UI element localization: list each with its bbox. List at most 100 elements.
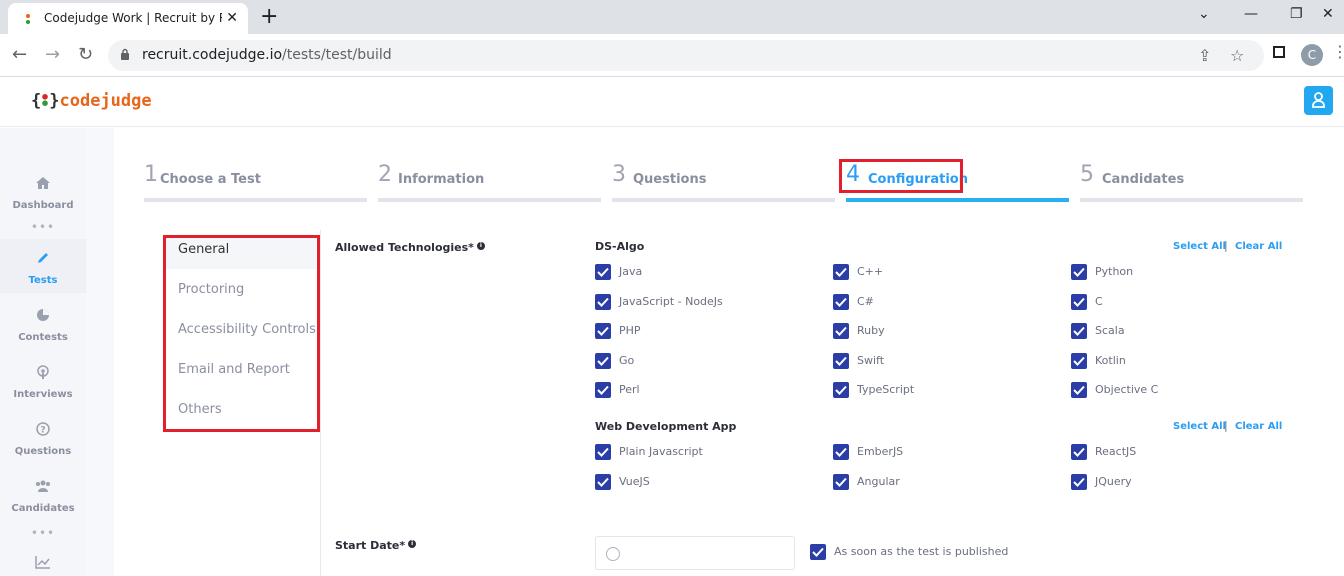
technology-checkbox[interactable] — [595, 323, 611, 339]
clear-all-link[interactable]: Clear All — [1235, 421, 1282, 432]
settings-nav-highlight-box — [163, 235, 320, 432]
publish-immediately-checkbox[interactable] — [810, 544, 826, 560]
step-information[interactable]: 2 Information — [378, 162, 601, 202]
step-progress-bar — [378, 198, 601, 202]
technology-label: C++ — [857, 265, 884, 278]
check-icon — [835, 267, 847, 277]
url-text: recruit.codejudge.io/tests/test/build — [142, 47, 392, 63]
sidebar-item-questions[interactable]: ? Questions — [0, 410, 86, 464]
browser-toolbar: ← → ↻ recruit.codejudge.io/tests/test/bu… — [0, 34, 1344, 77]
users-icon — [36, 480, 50, 492]
codejudge-logo[interactable]: {}codejudge — [31, 91, 152, 111]
sidebar-item-contests[interactable]: Contests — [0, 296, 86, 350]
technology-checkbox[interactable] — [1071, 323, 1087, 339]
technology-label: Java — [619, 265, 643, 278]
check-icon — [812, 547, 824, 557]
technology-label: ReactJS — [1095, 445, 1137, 458]
browser-tab-strip: Codejudge Work | Recruit by Rea ✕ + ⌄ — … — [0, 0, 1344, 34]
side-panel-icon[interactable] — [1273, 46, 1285, 58]
address-bar[interactable]: recruit.codejudge.io/tests/test/build ⇪ … — [108, 40, 1264, 71]
technology-checkbox[interactable] — [833, 352, 849, 369]
sidebar-separator-dots: ••• — [30, 526, 56, 540]
link-separator: | — [1224, 239, 1228, 252]
technology-label: Ruby — [857, 324, 885, 337]
step-choose-a-test[interactable]: 1 Choose a Test — [144, 162, 367, 202]
start-date-input[interactable] — [595, 536, 795, 570]
technology-checkbox[interactable] — [1071, 352, 1087, 369]
share-icon[interactable]: ⇪ — [1198, 46, 1211, 65]
technology-checkbox[interactable] — [1071, 264, 1087, 280]
check-icon — [597, 356, 609, 366]
close-window-icon[interactable]: ✕ — [1322, 6, 1334, 22]
step-progress-bar — [612, 198, 835, 202]
check-icon — [597, 447, 609, 457]
check-icon — [1073, 297, 1085, 307]
technology-checkbox[interactable] — [595, 444, 611, 460]
step-questions[interactable]: 3 Questions — [612, 162, 835, 202]
profile-avatar[interactable]: C — [1301, 44, 1323, 66]
forward-icon[interactable]: → — [45, 44, 60, 65]
configuration-highlight-box — [839, 159, 963, 193]
technology-checkbox[interactable] — [595, 352, 611, 369]
restore-icon[interactable]: ❐ — [1290, 6, 1303, 22]
check-icon — [1073, 267, 1085, 277]
sidebar-item-interviews[interactable]: Interviews — [0, 353, 86, 407]
technology-checkbox[interactable] — [595, 474, 611, 490]
browser-menu-icon[interactable]: ⋮ — [1332, 42, 1344, 61]
group-title-web-development-app: Web Development App — [595, 420, 737, 433]
lock-icon — [121, 48, 129, 60]
technology-checkbox[interactable] — [595, 382, 611, 398]
content-gutter — [86, 128, 114, 576]
check-icon — [597, 385, 609, 395]
user-profile-button[interactable] — [1304, 86, 1333, 115]
check-icon — [1073, 385, 1085, 395]
technology-checkbox[interactable] — [595, 264, 611, 280]
line-chart-icon — [35, 556, 50, 569]
technology-checkbox[interactable] — [1071, 474, 1087, 490]
bookmark-star-icon[interactable]: ☆ — [1230, 46, 1244, 65]
clear-all-link[interactable]: Clear All — [1235, 241, 1282, 252]
tab-title: Codejudge Work | Recruit by Rea — [44, 11, 222, 25]
check-icon — [835, 356, 847, 366]
technology-label: EmberJS — [857, 445, 904, 458]
technology-checkbox[interactable] — [833, 264, 849, 280]
favicon-icon — [26, 14, 30, 24]
technology-checkbox[interactable] — [833, 293, 849, 310]
info-icon[interactable]: i — [476, 242, 485, 250]
technology-checkbox[interactable] — [833, 323, 849, 339]
technology-checkbox[interactable] — [1071, 382, 1087, 398]
new-tab-button[interactable]: + — [260, 4, 278, 29]
technology-checkbox[interactable] — [1071, 293, 1087, 310]
sidebar-item-dashboard[interactable]: Dashboard — [0, 164, 86, 218]
select-all-link[interactable]: Select All — [1173, 241, 1226, 252]
step-progress-bar — [1080, 198, 1303, 202]
check-icon — [835, 477, 847, 487]
publish-immediately-label: As soon as the test is published — [834, 545, 1009, 558]
technology-label: Swift — [857, 353, 885, 367]
check-icon — [835, 385, 847, 395]
technology-checkbox[interactable] — [833, 382, 849, 398]
technology-checkbox[interactable] — [833, 444, 849, 460]
step-candidates[interactable]: 5 Candidates — [1080, 162, 1303, 202]
sidebar-item-candidates[interactable]: Candidates — [0, 467, 86, 521]
technology-label: JavaScript - NodeJs — [619, 294, 723, 308]
technology-checkbox[interactable] — [1071, 444, 1087, 460]
sidebar-item-reports[interactable] — [0, 543, 86, 576]
back-icon[interactable]: ← — [12, 44, 27, 65]
reload-icon[interactable]: ↻ — [78, 44, 93, 65]
technology-checkbox[interactable] — [833, 474, 849, 490]
check-icon — [835, 297, 847, 307]
select-all-link[interactable]: Select All — [1173, 421, 1226, 432]
check-icon — [835, 326, 847, 336]
minimize-icon[interactable]: — — [1244, 6, 1258, 22]
close-tab-icon[interactable]: ✕ — [226, 10, 238, 26]
question-circle-icon: ? — [36, 422, 50, 436]
browser-tab[interactable]: Codejudge Work | Recruit by Rea ✕ — [8, 3, 248, 34]
check-icon — [1073, 356, 1085, 366]
technology-checkbox[interactable] — [595, 293, 611, 310]
pie-chart-icon — [37, 309, 49, 321]
info-icon[interactable]: i — [408, 540, 417, 548]
tab-search-icon[interactable]: ⌄ — [1198, 6, 1210, 22]
sidebar-item-tests[interactable]: Tests — [0, 239, 86, 293]
app-header: {}codejudge — [0, 77, 1344, 127]
